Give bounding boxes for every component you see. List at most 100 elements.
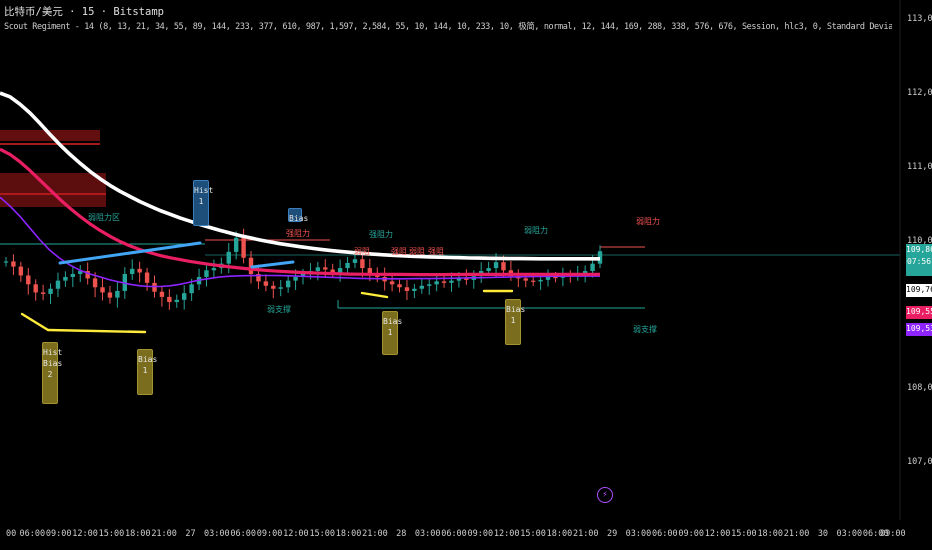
x-tick-label: 18:00 bbox=[757, 529, 784, 539]
candle bbox=[130, 268, 135, 274]
signal-flag: Hist 1 bbox=[193, 180, 213, 226]
candle bbox=[271, 285, 276, 289]
candle bbox=[159, 291, 165, 297]
candle bbox=[33, 284, 38, 293]
trend-line-blue bbox=[250, 260, 295, 269]
candle bbox=[107, 292, 113, 298]
candle bbox=[263, 281, 269, 286]
symbol-title[interactable]: 比特币/美元 · 15 · Bitstamp bbox=[4, 4, 164, 19]
x-tick-label: 15:00 bbox=[520, 529, 546, 539]
y-tick-label: 111,000 bbox=[907, 161, 932, 172]
x-tick-label: 03:00 bbox=[625, 529, 652, 539]
y-tick-label: 107,000 bbox=[907, 457, 932, 467]
x-tick-label: 28 bbox=[396, 529, 407, 539]
x-tick-label: 18:00 bbox=[546, 529, 573, 539]
y-tick-label: 112,000 bbox=[907, 87, 932, 98]
candle bbox=[427, 284, 432, 286]
indicator-legend[interactable]: Scout Regiment - 14 (8, 13, 21, 34, 55, … bbox=[4, 20, 892, 32]
zone-label: 弱阻力区 bbox=[88, 213, 120, 222]
price-tag: 109,532 bbox=[906, 323, 932, 336]
trend-line-yellow bbox=[360, 291, 389, 299]
candle bbox=[345, 262, 350, 269]
candle bbox=[92, 278, 98, 288]
candle bbox=[285, 280, 291, 288]
candle bbox=[404, 287, 410, 291]
candle bbox=[204, 270, 209, 277]
candle bbox=[293, 276, 298, 281]
x-tick-label: 15:00 bbox=[731, 529, 757, 539]
x-tick-label: 09:00 bbox=[678, 529, 704, 539]
signal-flag: Hist Bias 2 bbox=[42, 342, 62, 404]
candle bbox=[167, 296, 172, 303]
candle bbox=[63, 276, 68, 281]
price-tag: 109,556 bbox=[906, 306, 932, 319]
candle bbox=[590, 263, 595, 272]
candle bbox=[389, 281, 395, 285]
candle bbox=[323, 267, 328, 270]
x-tick-label: 12:00 bbox=[704, 529, 731, 539]
zone-label: 强阻力 bbox=[369, 230, 393, 239]
x-tick-label: 09:00 bbox=[256, 529, 283, 539]
signal-flag: Bias 1 bbox=[382, 311, 402, 355]
candle bbox=[18, 266, 24, 276]
candle bbox=[226, 251, 231, 264]
candle bbox=[100, 287, 105, 293]
candle bbox=[174, 299, 179, 303]
zone-label: 弱支撑 bbox=[267, 305, 291, 314]
x-tick-label: 12:00 bbox=[72, 529, 98, 539]
x-tick-label: 12:00 bbox=[493, 529, 520, 539]
candle bbox=[48, 288, 53, 294]
x-tick-label: 18:00 bbox=[124, 529, 151, 539]
candle bbox=[26, 275, 31, 285]
signal-flag: Bias bbox=[288, 208, 308, 223]
candle bbox=[233, 237, 239, 252]
price-tag: 109,86807:56 bbox=[906, 244, 932, 276]
candle bbox=[115, 290, 120, 298]
x-tick-label: 06:00 bbox=[230, 529, 256, 539]
x-tick-label: 21:00 bbox=[362, 529, 388, 539]
lightning-icon[interactable]: ⚡ bbox=[597, 487, 613, 503]
x-tick-label: 29 bbox=[606, 529, 618, 539]
candle bbox=[11, 261, 16, 267]
candle bbox=[434, 281, 439, 285]
candle bbox=[3, 261, 9, 263]
x-tick-label: 06:00 bbox=[19, 529, 46, 539]
candle bbox=[449, 280, 454, 283]
y-tick-label: 108,000 bbox=[907, 383, 932, 394]
candle bbox=[441, 281, 447, 283]
x-tick-label: 15:00 bbox=[309, 529, 336, 539]
x-tick-label: 21:00 bbox=[783, 529, 810, 539]
candle bbox=[530, 280, 536, 282]
x-tick-label: 30 bbox=[817, 529, 829, 539]
trend-line-yellow bbox=[20, 312, 50, 332]
candle bbox=[545, 276, 551, 280]
candle bbox=[144, 272, 150, 283]
zone-label: 弱支撑 bbox=[633, 325, 657, 334]
candle bbox=[211, 268, 217, 271]
candle bbox=[278, 287, 283, 289]
candle bbox=[189, 284, 194, 294]
x-tick-label: 03:00 bbox=[836, 529, 863, 539]
candle bbox=[412, 288, 417, 291]
candle bbox=[241, 237, 246, 258]
candle bbox=[553, 276, 558, 279]
candle bbox=[40, 292, 46, 294]
zone-label: 强阻 bbox=[391, 247, 407, 256]
candle bbox=[360, 259, 365, 269]
resistance-zone-edge bbox=[0, 143, 100, 145]
x-tick-label: 21:00 bbox=[572, 529, 599, 539]
zone-label: 弱阻 bbox=[354, 247, 370, 256]
x-tick-label: 00 bbox=[6, 529, 17, 539]
candle bbox=[337, 268, 343, 273]
x-tick-label: 06:00 bbox=[441, 529, 467, 539]
trend-line-yellow bbox=[46, 328, 147, 334]
candle bbox=[419, 285, 424, 289]
candle bbox=[493, 262, 499, 269]
candle bbox=[397, 284, 402, 288]
candle bbox=[501, 262, 506, 271]
price-chart[interactable] bbox=[0, 0, 932, 550]
candle bbox=[538, 279, 543, 282]
candle bbox=[352, 259, 358, 263]
candle bbox=[315, 267, 321, 272]
candle bbox=[523, 278, 528, 281]
